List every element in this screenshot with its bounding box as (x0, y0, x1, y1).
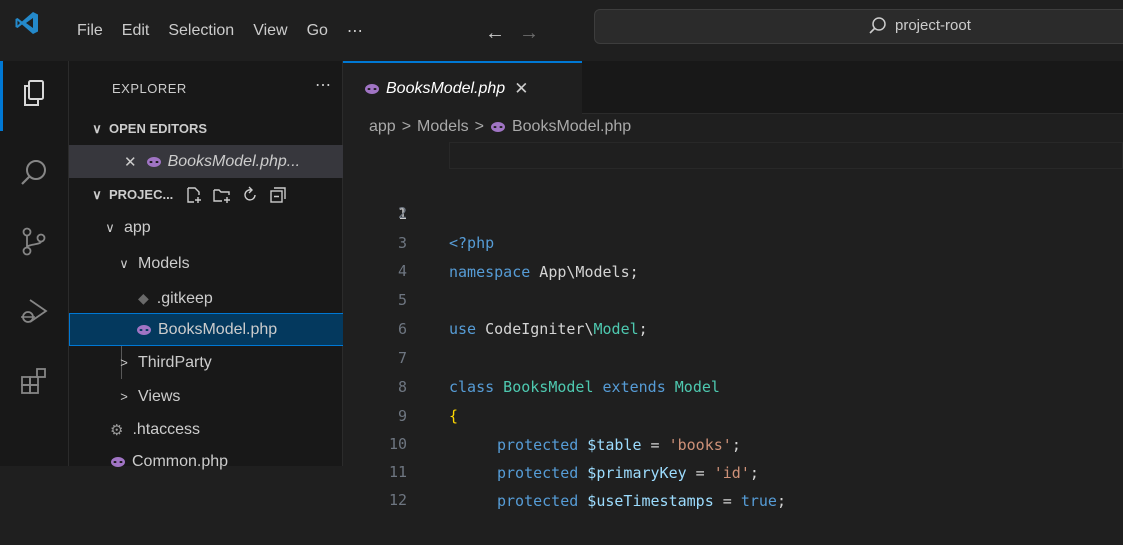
open-editors-section[interactable]: ∨ OPEN EDITORS (69, 112, 361, 145)
php-file-icon (146, 156, 161, 167)
line-number: 12 (388, 491, 407, 509)
code-line: 6 (343, 286, 1123, 338)
project-label: PROJEC... (109, 187, 174, 202)
editor-area: BooksModel.php ✕ app > Models > BooksMod… (343, 61, 1123, 510)
explorer-sidebar: EXPLORER ⋯ ∨ OPEN EDITORS ✕ BooksModel.p… (69, 61, 408, 470)
menu-edit[interactable]: Edit (122, 22, 150, 40)
tree-folder-models[interactable]: ∨ Models (69, 247, 388, 280)
menu-view[interactable]: View (253, 22, 287, 40)
chevron-right-icon: > (120, 389, 128, 404)
code-line: 9 protected $table = 'books'; (343, 373, 1123, 454)
code-line: 8 { (343, 344, 1123, 425)
navigation-arrows: ← → (485, 22, 539, 45)
menu-selection[interactable]: Selection (168, 22, 234, 40)
search-icon (869, 17, 886, 34)
tab-booksmodel[interactable]: BooksModel.php ✕ (343, 61, 582, 114)
sidebar-title: EXPLORER (112, 81, 187, 96)
project-section[interactable]: ∨ PROJEC... (69, 178, 361, 211)
breadcrumb: app > Models > BooksModel.php (369, 118, 631, 136)
chevron-down-icon: ∨ (119, 255, 129, 271)
code-line: 10 protected $primaryKey = 'id'; (343, 401, 1123, 482)
close-icon[interactable]: ✕ (514, 79, 528, 99)
back-arrow-icon[interactable]: ← (485, 22, 505, 45)
search-icon (21, 160, 46, 185)
command-center-text: project-root (895, 17, 971, 34)
breadcrumb-models[interactable]: Models (417, 118, 469, 136)
php-file-icon (365, 83, 379, 94)
file-gitkeep-label: .gitkeep (156, 289, 213, 307)
code-line: 3 namespace App\Models; (343, 200, 1123, 281)
title-bar: File Edit Selection View Go ⋯ ← → projec… (0, 0, 1123, 61)
source-control-icon (22, 227, 46, 256)
command-center-search[interactable]: project-root (594, 9, 1123, 44)
menu-bar: File Edit Selection View Go ⋯ (77, 0, 382, 61)
activity-bar (0, 61, 69, 466)
tree-file-htaccess[interactable]: ⚙ .htaccess (69, 413, 382, 446)
open-editors-label: OPEN EDITORS (109, 121, 208, 136)
folder-views-label: Views (138, 387, 181, 405)
code-text: protected $useTimestamps = true; (497, 492, 786, 510)
folder-thirdparty-label: ThirdParty (138, 353, 212, 371)
menu-more[interactable]: ⋯ (347, 21, 363, 41)
code-line: 7 class BooksModel extends Model (343, 315, 1123, 396)
current-line-highlight (449, 142, 1123, 169)
files-icon (24, 80, 44, 106)
code-line: 12 (343, 457, 1123, 509)
menu-go[interactable]: Go (307, 22, 328, 40)
sidebar-more-actions[interactable]: ⋯ (315, 75, 331, 95)
tree-folder-app[interactable]: ∨ app (69, 211, 374, 244)
forward-arrow-icon[interactable]: → (519, 22, 539, 45)
code-line: 4 (343, 228, 1123, 280)
vscode-logo-icon (15, 12, 38, 34)
code-line: 1 <?php (343, 142, 1123, 252)
tree-folder-views[interactable]: > Views (69, 380, 388, 413)
file-common-label: Common.php (132, 452, 229, 470)
tree-folder-thirdparty[interactable]: > ThirdParty (69, 346, 388, 379)
open-editor-filename: BooksModel.php... (167, 152, 301, 170)
close-icon[interactable]: ✕ (124, 153, 137, 171)
run-debug-icon (21, 299, 48, 323)
breadcrumb-app[interactable]: app (369, 118, 396, 136)
folder-models-label: Models (138, 254, 190, 272)
chevron-right-icon: > (401, 118, 412, 135)
chevron-down-icon: ∨ (92, 186, 102, 202)
chevron-down-icon: ∨ (105, 219, 115, 235)
new-file-icon[interactable] (185, 186, 203, 204)
tree-file-common[interactable]: Common.php (69, 445, 382, 478)
chevron-right-icon: > (120, 355, 128, 370)
refresh-icon[interactable] (241, 186, 259, 204)
collapse-all-icon[interactable] (269, 186, 287, 204)
code-line: 11 protected $useTimestamps = true; (343, 429, 1123, 510)
tab-label: BooksModel.php (386, 79, 506, 97)
php-file-icon (137, 324, 151, 335)
chevron-down-icon: ∨ (92, 120, 102, 136)
code-line: 2 (343, 170, 1123, 222)
chevron-right-icon: > (474, 118, 484, 135)
search-activity[interactable] (0, 143, 68, 203)
file-htaccess-label: .htaccess (132, 420, 201, 438)
folder-app-label: app (124, 218, 151, 236)
explorer-activity[interactable] (0, 63, 68, 123)
file-booksmodel-label: BooksModel.php (158, 320, 278, 338)
breadcrumb-file[interactable]: BooksModel.php (512, 118, 631, 136)
gear-icon: ⚙ (110, 421, 124, 439)
php-file-icon (490, 122, 505, 132)
code-line: 5 use CodeIgniter\Model; (343, 257, 1123, 338)
new-folder-icon[interactable] (213, 186, 231, 204)
run-debug-activity[interactable] (0, 281, 68, 341)
menu-file[interactable]: File (77, 22, 103, 40)
source-control-activity[interactable] (0, 211, 68, 271)
extensions-icon (21, 368, 46, 394)
extensions-activity[interactable] (0, 351, 68, 411)
editor-tabs: BooksModel.php ✕ (343, 61, 1123, 114)
diamond-file-icon: ◆ (138, 290, 149, 306)
